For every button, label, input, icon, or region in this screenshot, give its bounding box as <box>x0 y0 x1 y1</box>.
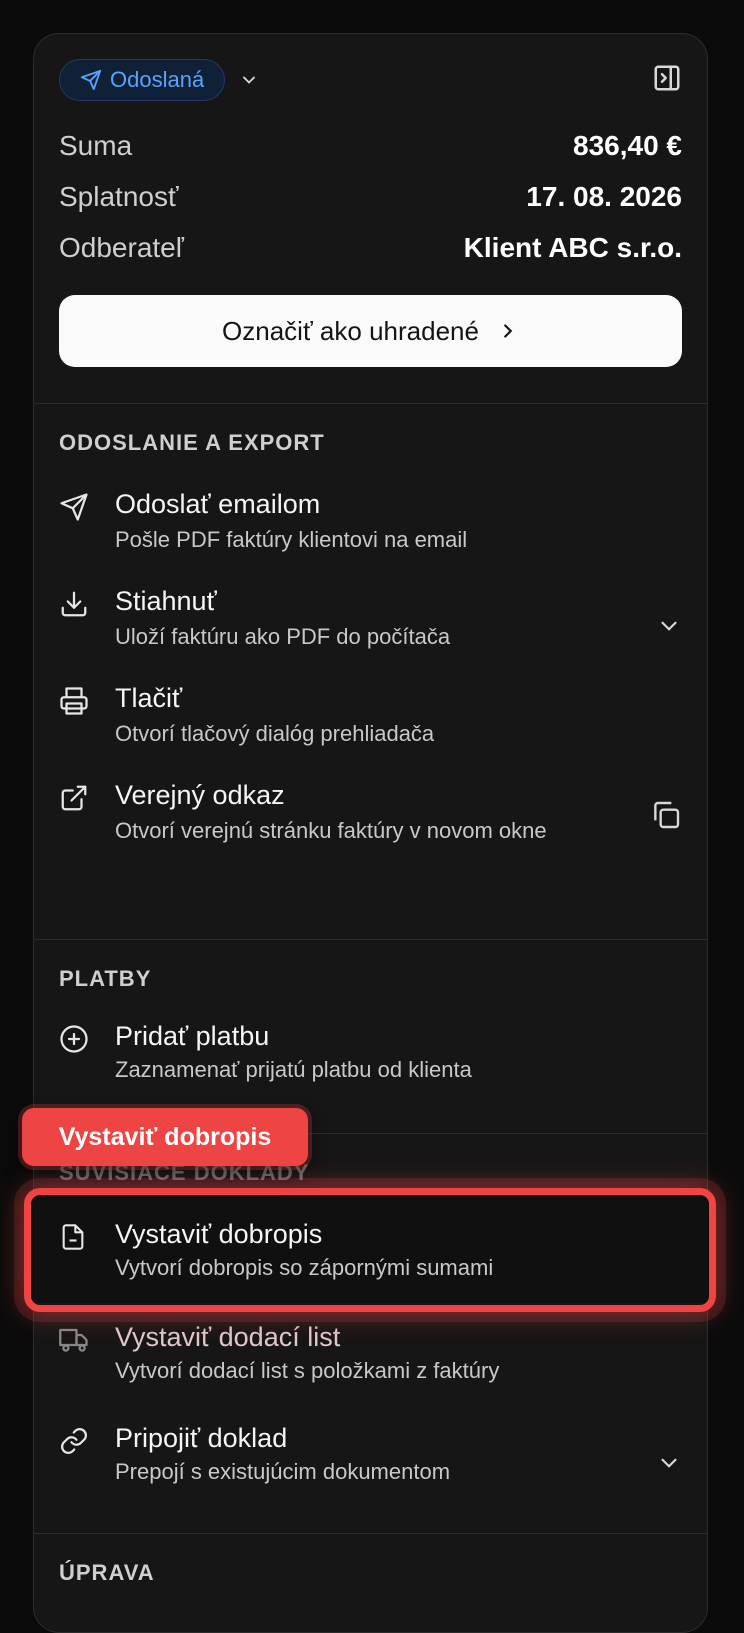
truck-icon <box>59 1328 88 1352</box>
download-options-chevron-icon[interactable] <box>656 613 682 644</box>
send-icon <box>60 493 88 521</box>
chevron-right-icon <box>504 324 513 338</box>
mark-as-paid-button[interactable]: Označiť ako uhradené <box>59 295 682 367</box>
status-dropdown-chevron-icon[interactable] <box>239 70 259 90</box>
invoice-actions-panel: Odoslaná Suma 836,40 € Splatnosť 17. 08.… <box>33 33 708 1633</box>
status-badge[interactable]: Odoslaná <box>59 59 226 101</box>
callout-label: Vystaviť dobropis <box>22 1108 308 1166</box>
status-label: Odoslaná <box>110 67 205 92</box>
section-payments: PLATBY Pridať platbu Zaznamenať prijatú p… <box>34 940 707 1134</box>
copy-link-icon[interactable] <box>650 799 682 836</box>
file-minus-icon <box>62 1224 84 1250</box>
summary-row-due-date: Splatnosť 17. 08. 2026 <box>59 180 682 212</box>
section-export: ODOSLANIE A EXPORT Odoslať emailom Pošle … <box>34 404 707 940</box>
section-title: ÚPRAVA <box>59 1560 155 1585</box>
menu-item-download[interactable]: Stiahnuť Uloží faktúru ako PDF do počítač… <box>59 585 682 652</box>
summary-row-client: Odberateľ Klient ABC s.r.o. <box>59 231 682 263</box>
printer-icon <box>60 687 88 715</box>
menu-item-send-email[interactable]: Odoslať emailom Pošle PDF faktúry kliento… <box>59 488 682 555</box>
menu-item-add-payment[interactable]: Pridať platbu Zaznamenať prijatú platbu o… <box>59 1020 682 1085</box>
menu-item-print[interactable]: Tlačiť Otvorí tlačový dialóg prehliadača <box>59 682 682 749</box>
invoice-summary: Odoslaná Suma 836,40 € Splatnosť 17. 08.… <box>34 34 707 404</box>
section-edit: ÚPRAVA <box>34 1534 707 1606</box>
section-title: ODOSLANIE A EXPORT <box>59 430 325 455</box>
menu-item-create-delivery-note[interactable]: Vystaviť dodací list Vytvorí dodací list … <box>59 1321 682 1386</box>
collapse-panel-icon[interactable] <box>652 63 682 98</box>
summary-row-amount: Suma 836,40 € <box>59 129 682 161</box>
send-icon <box>80 69 102 91</box>
section-related-documents: SÚVISIACE DOKLADY Vystaviť dobropis Vytvo… <box>34 1134 707 1534</box>
link-icon <box>61 1428 87 1454</box>
section-title: PLATBY <box>59 966 152 991</box>
menu-item-create-credit-note[interactable]: Vystaviť dobropis Vytvorí dobropis so záp… <box>59 1218 682 1283</box>
download-icon <box>61 591 87 617</box>
plus-circle-icon <box>60 1025 88 1053</box>
menu-item-public-link[interactable]: Verejný odkaz Otvorí verejnú stránku fakt… <box>59 779 682 846</box>
attach-options-chevron-icon[interactable] <box>656 1450 682 1481</box>
menu-item-attach-document[interactable]: Pripojiť doklad Prepojí s existujúcim dok… <box>59 1422 682 1487</box>
external-link-icon <box>61 785 87 811</box>
